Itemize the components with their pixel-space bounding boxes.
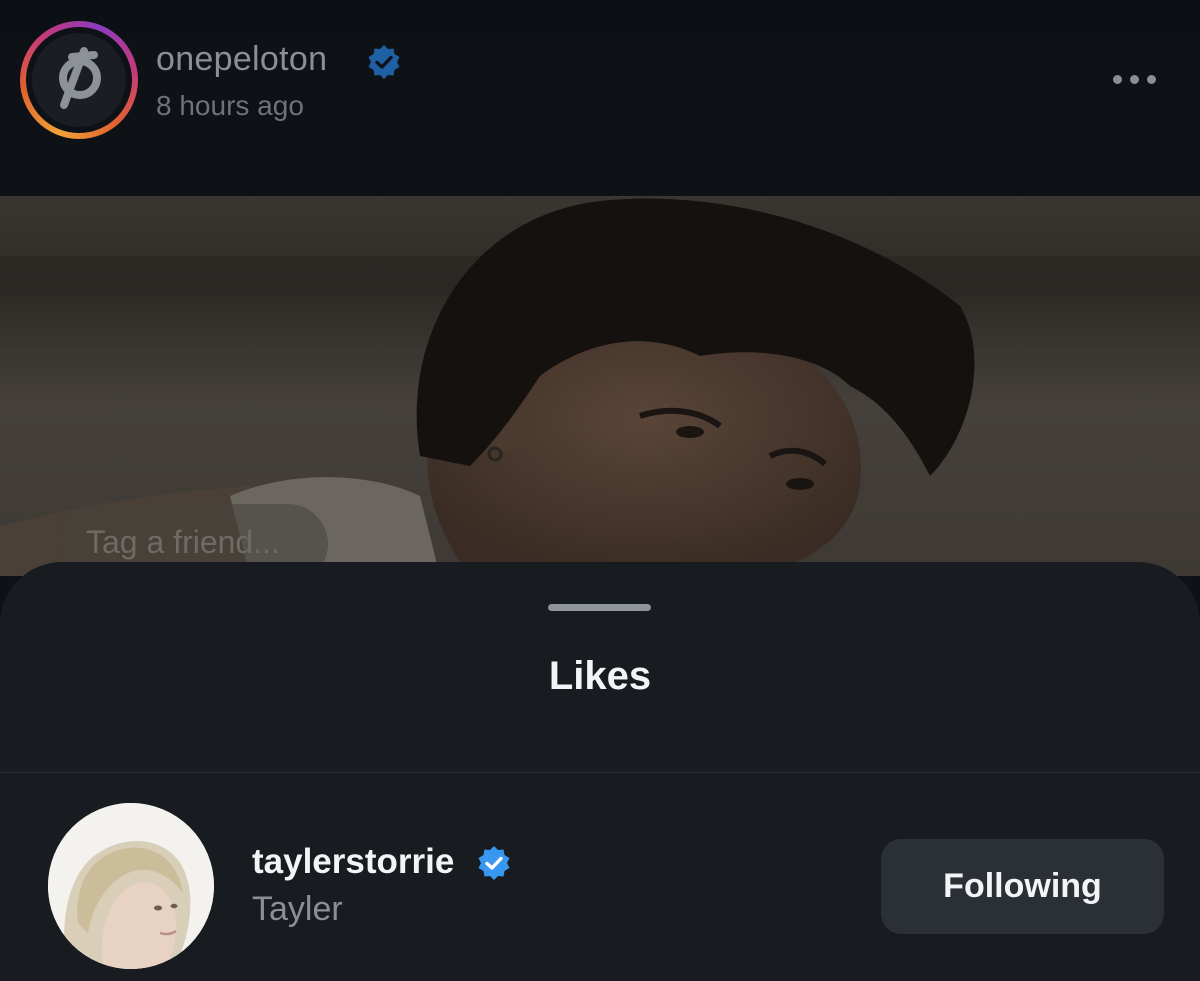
peloton-logo-icon — [32, 33, 126, 127]
story-ring-avatar[interactable] — [20, 21, 138, 139]
tag-friend-placeholder: Tag a friend... — [86, 524, 280, 560]
more-options-icon[interactable] — [1102, 64, 1166, 94]
sheet-drag-handle[interactable] — [548, 604, 651, 611]
post-timestamp: 8 hours ago — [156, 90, 304, 121]
status-bar — [0, 0, 1200, 39]
following-button[interactable]: Following — [881, 839, 1164, 934]
liker-username[interactable]: taylerstorrie — [252, 842, 454, 882]
verified-badge-icon — [366, 44, 402, 80]
post-username[interactable]: onepeloton — [156, 40, 327, 79]
avatar[interactable] — [48, 803, 214, 969]
verified-badge-icon — [476, 845, 512, 881]
liker-display-name: Tayler — [252, 890, 343, 928]
sheet-title: Likes — [548, 654, 652, 698]
